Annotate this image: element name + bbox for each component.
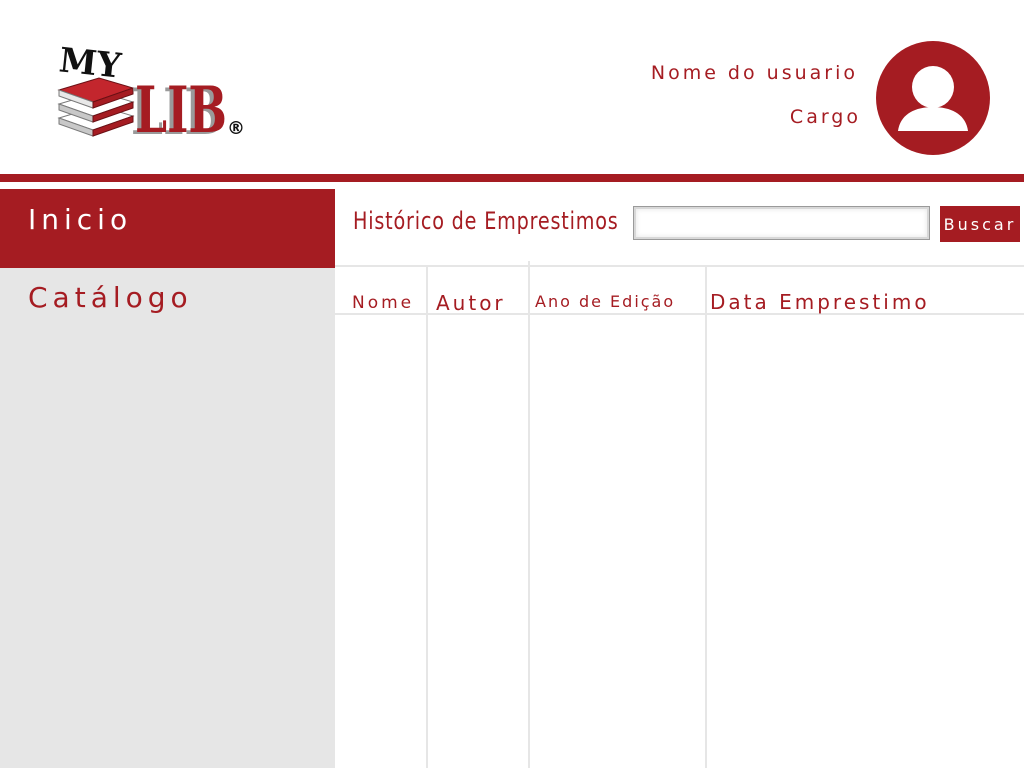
column-header-autor[interactable]: Autor [436,291,506,315]
header-divider [0,174,1024,182]
logo-my-text: MY [57,40,123,86]
loan-history-table: Nome Autor Ano de Edição Data Emprestimo [335,261,1024,768]
user-avatar-icon [898,66,968,131]
column-divider [705,267,707,768]
main-content: Histórico de Emprestimos Buscar Nome Aut… [335,189,1024,768]
sidebar-item-catalogo[interactable]: Catálogo [0,268,335,347]
logo-lib-text: LIB [135,73,227,140]
user-avatar[interactable] [876,41,990,155]
book-stack-icon [57,77,135,137]
column-header-data-emprestimo[interactable]: Data Emprestimo [710,290,930,314]
search-button[interactable]: Buscar [940,206,1020,242]
page-title: Histórico de Emprestimos [353,207,619,235]
mylib-logo: MY LIB LIB ® [57,40,245,140]
column-header-ano-edicao[interactable]: Ano de Edição [535,292,675,311]
table-top-line [335,265,1024,267]
column-header-nome[interactable]: Nome [352,293,414,313]
header: MY LIB LIB ® Nome do usuario Cargo [0,0,1024,174]
logo-registered-mark: ® [227,118,245,139]
user-name: Nome do usuario [650,62,858,84]
column-divider [528,261,530,768]
sidebar: Inicio Catálogo [0,189,335,768]
sidebar-item-inicio[interactable]: Inicio [0,189,335,268]
user-role: Cargo [789,106,861,128]
column-divider [426,267,428,768]
search-input[interactable] [633,206,930,240]
